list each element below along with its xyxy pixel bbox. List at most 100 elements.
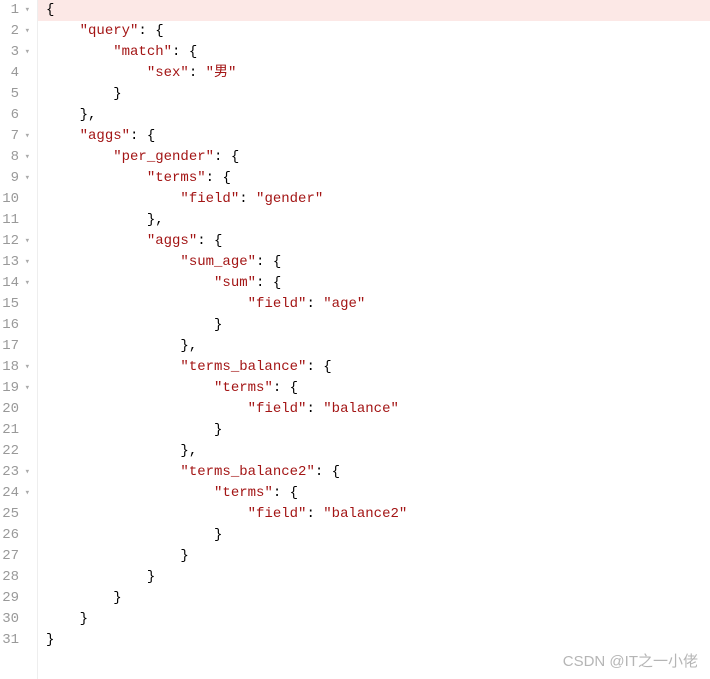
- code-line[interactable]: "field": "gender": [46, 189, 710, 210]
- punctuation: : {: [197, 233, 222, 249]
- gutter-line: 12▾: [0, 231, 33, 252]
- code-line[interactable]: }: [46, 588, 710, 609]
- gutter-line: 21: [0, 420, 33, 441]
- gutter-line: 25: [0, 504, 33, 525]
- fold-toggle-icon[interactable]: ▾: [22, 42, 30, 63]
- line-number: 1: [11, 0, 19, 21]
- gutter-line: 7▾: [0, 126, 33, 147]
- fold-toggle-icon[interactable]: ▾: [22, 168, 30, 189]
- code-line[interactable]: "terms_balance2": {: [46, 462, 710, 483]
- fold-toggle-icon[interactable]: ▾: [22, 357, 30, 378]
- punctuation: }: [80, 611, 88, 627]
- line-number: 29: [2, 588, 19, 609]
- line-number: 9: [11, 168, 19, 189]
- gutter-line: 13▾: [0, 252, 33, 273]
- punctuation: },: [180, 443, 197, 459]
- gutter-line: 16: [0, 315, 33, 336]
- fold-toggle-icon[interactable]: ▾: [22, 378, 30, 399]
- json-string: "gender": [256, 191, 323, 207]
- fold-toggle-icon[interactable]: ▾: [22, 21, 30, 42]
- code-line[interactable]: "sum": {: [46, 273, 710, 294]
- gutter-line: 26: [0, 525, 33, 546]
- code-editor[interactable]: 1▾2▾3▾4567▾8▾9▾101112▾13▾14▾15161718▾19▾…: [0, 0, 710, 679]
- punctuation: : {: [138, 23, 163, 39]
- code-line[interactable]: }: [46, 546, 710, 567]
- code-line[interactable]: "field": "balance2": [46, 504, 710, 525]
- code-line[interactable]: {: [38, 0, 710, 21]
- code-line[interactable]: "terms": {: [46, 378, 710, 399]
- code-line[interactable]: "aggs": {: [46, 126, 710, 147]
- line-number: 27: [2, 546, 19, 567]
- code-line[interactable]: }: [46, 315, 710, 336]
- punctuation: : {: [315, 464, 340, 480]
- code-line[interactable]: "field": "balance": [46, 399, 710, 420]
- line-number: 20: [2, 399, 19, 420]
- line-number: 2: [11, 21, 19, 42]
- json-key: "field": [180, 191, 239, 207]
- json-string: "男": [206, 65, 237, 81]
- json-key: "sex": [147, 65, 189, 81]
- code-line[interactable]: },: [46, 105, 710, 126]
- punctuation: : {: [306, 359, 331, 375]
- gutter-line: 22: [0, 441, 33, 462]
- code-line[interactable]: "per_gender": {: [46, 147, 710, 168]
- line-number: 11: [2, 210, 19, 231]
- punctuation: : {: [130, 128, 155, 144]
- code-line[interactable]: },: [46, 210, 710, 231]
- gutter-line: 23▾: [0, 462, 33, 483]
- code-line[interactable]: "terms": {: [46, 168, 710, 189]
- code-line[interactable]: }: [46, 630, 710, 651]
- json-key: "terms": [214, 485, 273, 501]
- line-number: 18: [2, 357, 19, 378]
- fold-toggle-icon[interactable]: ▾: [22, 126, 30, 147]
- fold-toggle-icon[interactable]: ▾: [22, 483, 30, 504]
- line-number: 4: [11, 63, 19, 84]
- line-number: 8: [11, 147, 19, 168]
- punctuation: },: [147, 212, 164, 228]
- punctuation: : {: [273, 485, 298, 501]
- code-line[interactable]: }: [46, 609, 710, 630]
- gutter-line: 31: [0, 630, 33, 651]
- punctuation: }: [214, 527, 222, 543]
- json-key: "per_gender": [113, 149, 214, 165]
- code-line[interactable]: },: [46, 336, 710, 357]
- gutter-line: 14▾: [0, 273, 33, 294]
- code-line[interactable]: "terms_balance": {: [46, 357, 710, 378]
- punctuation: : {: [214, 149, 239, 165]
- code-line[interactable]: "sum_age": {: [46, 252, 710, 273]
- json-key: "terms": [214, 380, 273, 396]
- fold-toggle-icon[interactable]: ▾: [22, 147, 30, 168]
- gutter-line: 8▾: [0, 147, 33, 168]
- fold-toggle-icon[interactable]: ▾: [22, 0, 30, 21]
- punctuation: : {: [172, 44, 197, 60]
- json-key: "terms_balance": [180, 359, 306, 375]
- code-line[interactable]: }: [46, 420, 710, 441]
- code-line[interactable]: "match": {: [46, 42, 710, 63]
- punctuation: }: [113, 86, 121, 102]
- fold-toggle-icon[interactable]: ▾: [22, 231, 30, 252]
- code-line[interactable]: "query": {: [46, 21, 710, 42]
- gutter-line: 4: [0, 63, 33, 84]
- json-key: "sum_age": [180, 254, 256, 270]
- fold-toggle-icon[interactable]: ▾: [22, 462, 30, 483]
- code-line[interactable]: "sex": "男": [46, 63, 710, 84]
- code-line[interactable]: }: [46, 84, 710, 105]
- gutter-line: 2▾: [0, 21, 33, 42]
- code-line[interactable]: "aggs": {: [46, 231, 710, 252]
- punctuation: }: [214, 317, 222, 333]
- line-number: 6: [11, 105, 19, 126]
- json-key: "field": [248, 506, 307, 522]
- code-line[interactable]: "terms": {: [46, 483, 710, 504]
- fold-toggle-icon[interactable]: ▾: [22, 252, 30, 273]
- punctuation: : {: [273, 380, 298, 396]
- code-line[interactable]: }: [46, 525, 710, 546]
- line-number: 23: [2, 462, 19, 483]
- gutter-line: 18▾: [0, 357, 33, 378]
- code-area[interactable]: { "query": { "match": { "sex": "男" } }, …: [38, 0, 710, 679]
- code-line[interactable]: },: [46, 441, 710, 462]
- gutter-line: 1▾: [0, 0, 33, 21]
- code-line[interactable]: "field": "age": [46, 294, 710, 315]
- fold-toggle-icon[interactable]: ▾: [22, 273, 30, 294]
- code-line[interactable]: }: [46, 567, 710, 588]
- json-string: "balance2": [323, 506, 407, 522]
